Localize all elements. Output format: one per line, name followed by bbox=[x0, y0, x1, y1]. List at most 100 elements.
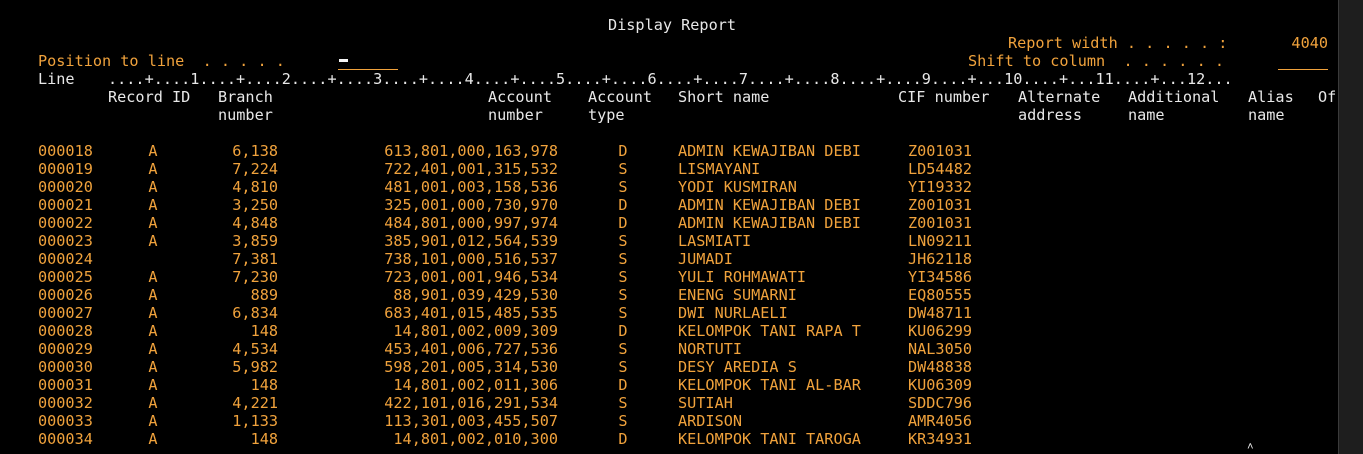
report-width-value: 4040 bbox=[1291, 34, 1328, 52]
cell-branch: 4,534 bbox=[232, 340, 278, 358]
cell-record-id: A bbox=[148, 232, 158, 250]
cell-type: S bbox=[618, 268, 628, 286]
cell-account: 453,401,006,727,536 bbox=[384, 340, 558, 358]
cell-short-name: DESY AREDIA S bbox=[678, 358, 797, 376]
cell-record-id: A bbox=[148, 142, 158, 160]
cell-type: S bbox=[618, 286, 628, 304]
cell-branch: 6,834 bbox=[232, 304, 278, 322]
cell-branch: 7,224 bbox=[232, 160, 278, 178]
cell-short-name: SUTIAH bbox=[678, 394, 733, 412]
header-branch: Branch bbox=[218, 88, 273, 106]
cell-short-name: LISMAYANI bbox=[678, 160, 761, 178]
report-width-row: Report width . . . . . : 4040 bbox=[0, 34, 1338, 52]
text-cursor bbox=[339, 59, 348, 62]
cell-record-id: A bbox=[148, 304, 158, 322]
table-row: 000028 A 148 14,801,002,009,309 D KELOMPOK TA… bbox=[0, 322, 1338, 340]
mouse-pointer-icon: ˄ bbox=[1247, 440, 1254, 453]
table-row: 000019 A 7,224 722,401,001,315,532 S LISMAYAN… bbox=[0, 160, 1338, 178]
cell-short-name: ADMIN KEWAJIBAN DEBI bbox=[678, 196, 861, 214]
cell-account: 722,401,001,315,532 bbox=[384, 160, 558, 178]
cell-cif: Z001031 bbox=[908, 142, 973, 160]
cell-cif: AMR4056 bbox=[908, 412, 973, 430]
cell-record-id: A bbox=[148, 214, 158, 232]
cell-short-name: ADMIN KEWAJIBAN DEBI bbox=[678, 142, 861, 160]
cell-account: 422,101,016,291,534 bbox=[384, 394, 558, 412]
cell-branch: 7,381 bbox=[232, 250, 278, 268]
table-row: 000027 A 6,834 683,401,015,485,535 S DWI NURL… bbox=[0, 304, 1338, 322]
ruler-row: Line ....+....1....+....2....+....3....+… bbox=[0, 70, 1338, 88]
cell-branch: 148 bbox=[250, 430, 278, 448]
table-row: 000026 A 889 88,901,039,429,530 S ENENG SUMAR… bbox=[0, 286, 1338, 304]
cell-record-id: A bbox=[148, 196, 158, 214]
cell-record-id: A bbox=[148, 178, 158, 196]
cell-line-number: 000030 bbox=[38, 358, 93, 376]
terminal-screen: Display Report Report width . . . . . : … bbox=[0, 0, 1338, 454]
cell-short-name: KELOMPOK TANI TAROGA bbox=[678, 430, 861, 448]
header-account-number-line2: number bbox=[488, 106, 543, 124]
vertical-scrollbar[interactable] bbox=[1338, 0, 1363, 454]
cell-line-number: 000033 bbox=[38, 412, 93, 430]
table-row: 000034 A 148 14,801,002,010,300 D KELOMPOK TA… bbox=[0, 430, 1338, 448]
cell-line-number: 000028 bbox=[38, 322, 93, 340]
cell-account: 738,101,000,516,537 bbox=[384, 250, 558, 268]
cell-branch: 5,982 bbox=[232, 358, 278, 376]
cell-short-name: LASMIATI bbox=[678, 232, 752, 250]
cell-line-number: 000021 bbox=[38, 196, 93, 214]
cell-record-id: A bbox=[148, 340, 158, 358]
cell-account: 88,901,039,429,530 bbox=[393, 286, 558, 304]
shift-to-column-input[interactable] bbox=[1278, 52, 1328, 70]
header-alternate-address: Alternate bbox=[1018, 88, 1101, 106]
cell-account: 113,301,003,455,507 bbox=[384, 412, 558, 430]
cell-cif: EQ80555 bbox=[908, 286, 973, 304]
table-row: 000025 A 7,230 723,001,001,946,534 S YULI ROH… bbox=[0, 268, 1338, 286]
cell-type: S bbox=[618, 304, 628, 322]
cell-branch: 4,810 bbox=[232, 178, 278, 196]
cell-branch: 7,230 bbox=[232, 268, 278, 286]
cell-short-name: JUMADI bbox=[678, 250, 733, 268]
header-record-id: Record ID bbox=[108, 88, 191, 106]
ruler-line-label: Line bbox=[38, 70, 75, 88]
cell-short-name: YULI ROHMAWATI bbox=[678, 268, 807, 286]
cell-type: D bbox=[618, 322, 628, 340]
cell-account: 385,901,012,564,539 bbox=[384, 232, 558, 250]
cell-account: 683,401,015,485,535 bbox=[384, 304, 558, 322]
header-cif-number: CIF number bbox=[898, 88, 990, 106]
cell-cif: KU06299 bbox=[908, 322, 973, 340]
header-additional-name-line2: name bbox=[1128, 106, 1165, 124]
cell-line-number: 000032 bbox=[38, 394, 93, 412]
table-row: 000032 A 4,221 422,101,016,291,534 S SUTIAH SD… bbox=[0, 394, 1338, 412]
cell-type: S bbox=[618, 394, 628, 412]
cell-short-name: ADMIN KEWAJIBAN DEBI bbox=[678, 214, 861, 232]
cell-line-number: 000018 bbox=[38, 142, 93, 160]
cell-line-number: 000026 bbox=[38, 286, 93, 304]
page-title: Display Report bbox=[608, 16, 737, 34]
cell-type: D bbox=[618, 196, 628, 214]
cell-branch: 3,250 bbox=[232, 196, 278, 214]
cell-branch: 4,221 bbox=[232, 394, 278, 412]
cell-record-id: A bbox=[148, 286, 158, 304]
cell-short-name: ARDISON bbox=[678, 412, 743, 430]
table-row: 000020 A 4,810 481,001,003,158,536 S YODI KUS… bbox=[0, 178, 1338, 196]
cell-line-number: 000024 bbox=[38, 250, 93, 268]
cell-line-number: 000020 bbox=[38, 178, 93, 196]
table-row: 000018 A 6,138 613,801,000,163,978 D ADMIN KE… bbox=[0, 142, 1338, 160]
cell-type: S bbox=[618, 358, 628, 376]
header-of: Of bbox=[1318, 88, 1337, 106]
table-row: 000021 A 3,250 325,001,000,730,970 D ADMIN KE… bbox=[0, 196, 1338, 214]
cell-branch: 889 bbox=[250, 286, 278, 304]
cell-type: S bbox=[618, 412, 628, 430]
cell-account: 14,801,002,011,306 bbox=[393, 376, 558, 394]
cell-branch: 6,138 bbox=[232, 142, 278, 160]
cell-line-number: 000022 bbox=[38, 214, 93, 232]
cell-type: D bbox=[618, 214, 628, 232]
table-row: 000022 A 4,848 484,801,000,997,974 D ADMIN KE… bbox=[0, 214, 1338, 232]
cell-branch: 4,848 bbox=[232, 214, 278, 232]
cell-record-id: A bbox=[148, 322, 158, 340]
cell-cif: KR34931 bbox=[908, 430, 973, 448]
cell-type: S bbox=[618, 178, 628, 196]
cell-record-id: A bbox=[148, 412, 158, 430]
cell-short-name: YODI KUSMIRAN bbox=[678, 178, 797, 196]
cell-cif: LD54482 bbox=[908, 160, 973, 178]
cell-type: S bbox=[618, 232, 628, 250]
cell-line-number: 000025 bbox=[38, 268, 93, 286]
